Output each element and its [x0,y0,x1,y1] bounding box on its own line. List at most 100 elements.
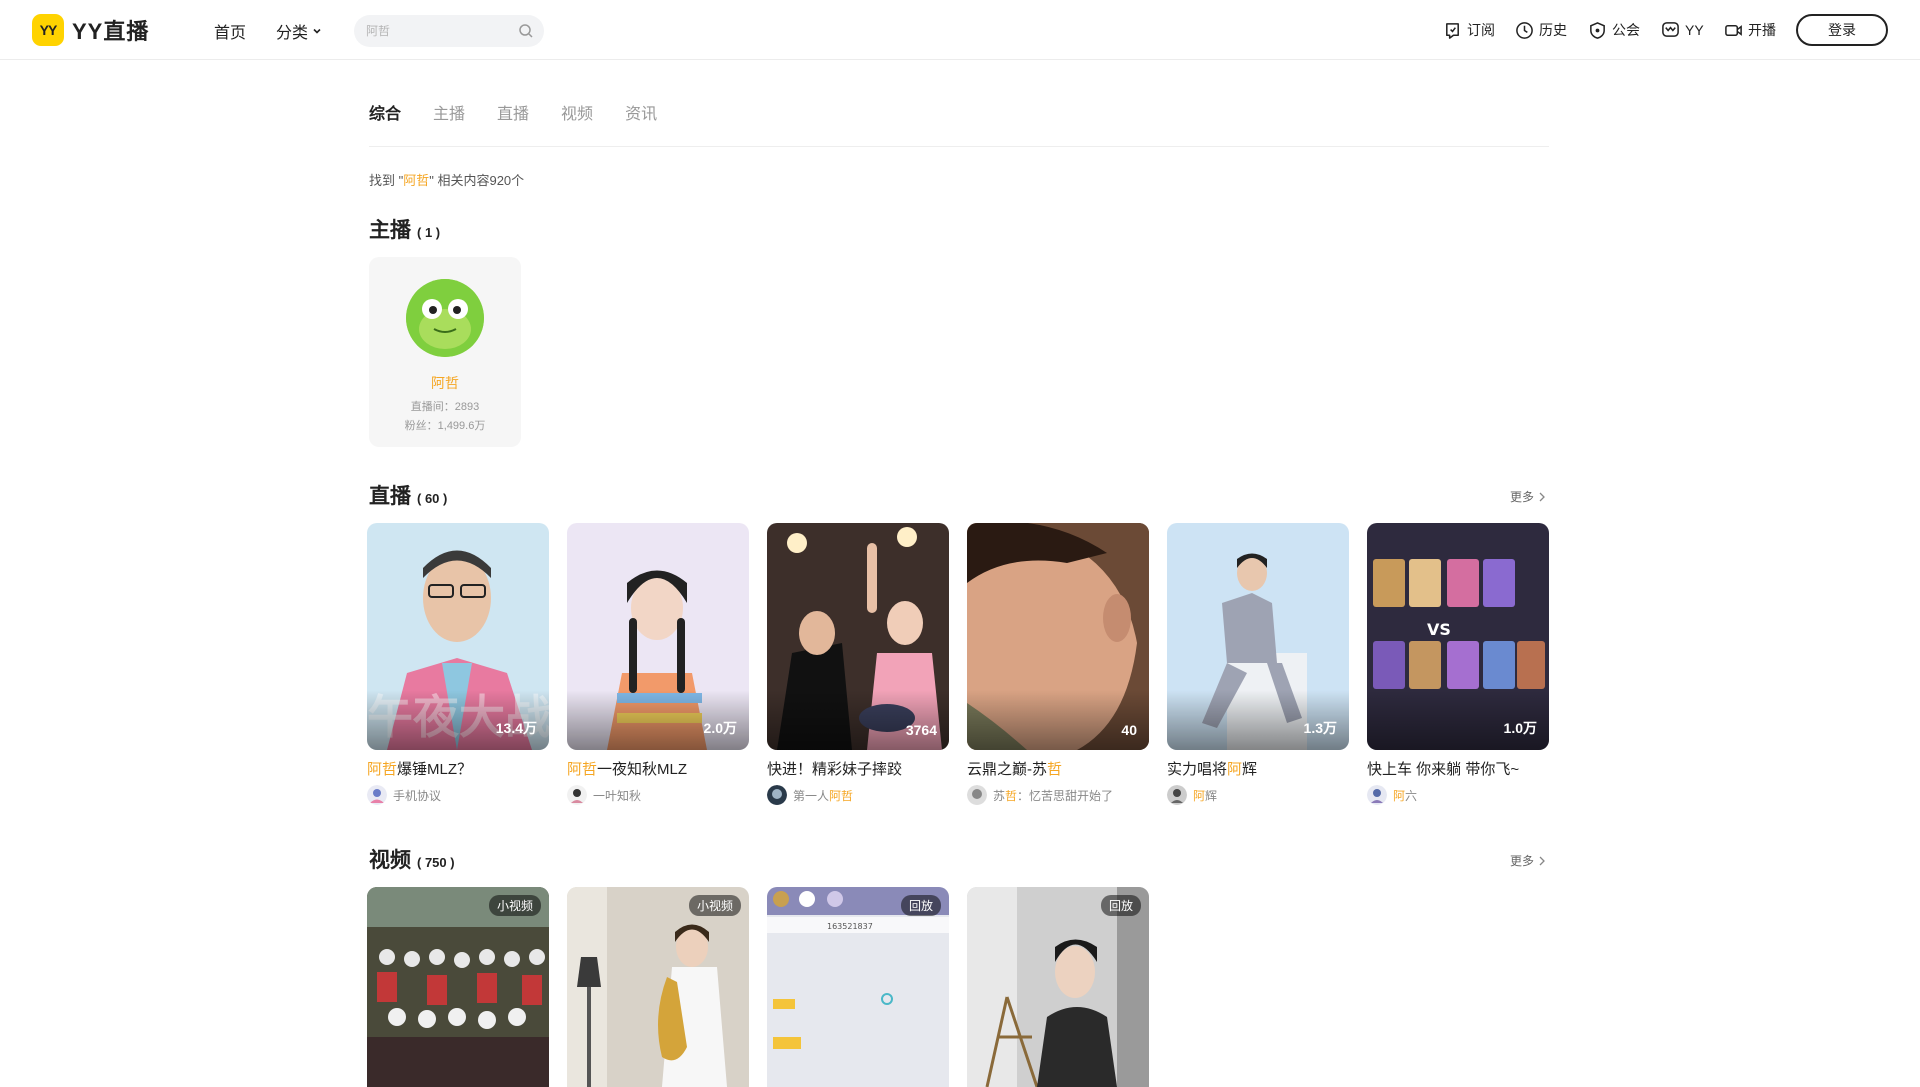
video-camera-icon [1725,24,1742,36]
live-card-title[interactable]: 阿哲一夜知秋MLZ [567,758,749,779]
anchor-card[interactable]: 阿哲 直播间：2893 粉丝：1,499.6万 [369,257,521,447]
live-card-title[interactable]: 阿哲爆锤MLZ？ [367,758,549,779]
tab-all[interactable]: 综合 [369,100,401,124]
nav-broadcast[interactable]: 开播 [1724,20,1776,40]
tab-anchors[interactable]: 主播 [433,100,465,124]
live-thumbnail[interactable]: VS 1.0万 [1367,523,1549,750]
title-pre: 实力唱将 [1167,761,1228,778]
live-card-user[interactable]: 阿辉 [1167,785,1349,805]
user-name: 第一人阿哲 [793,787,853,804]
live-card[interactable]: 1.3万 实力唱将阿辉 阿辉 [1167,523,1349,805]
video-card[interactable]: 回放 [967,887,1149,1087]
anchor-fans: 粉丝：1,499.6万 [404,420,486,432]
live-card[interactable]: 40 云鼎之巅-苏哲 苏哲：忆苦思甜开始了 [967,523,1149,805]
video-card[interactable]: 小视频 [567,887,749,1087]
live-card-title[interactable]: 快上车 你来躺 带你飞~ [1367,758,1549,779]
nav-history[interactable]: 历史 [1515,20,1567,40]
user-name: 一叶知秋 [593,788,642,803]
live-card-title[interactable]: 云鼎之巅-苏哲 [967,758,1149,779]
tab-news[interactable]: 资讯 [625,100,657,124]
result-keyword: 阿哲 [403,173,430,188]
video-card[interactable]: 163521837 回放 [767,887,949,1087]
user-name-highlight: 阿 [1393,788,1406,803]
title-highlight: 哲 [1047,761,1063,778]
nav-home[interactable]: 首页 [214,19,246,43]
nav-yy[interactable]: YY [1661,20,1704,39]
live-card[interactable]: VS 1.0万 快上车 你来躺 带你飞~ 阿六 [1367,523,1549,805]
anchors-count: ( 1 ) [417,225,441,240]
nav-category-label: 分类 [276,25,309,42]
live-card-user[interactable]: 苏哲：忆苦思甜开始了 [967,785,1149,805]
user-name-rest: 辉 [1205,788,1218,803]
tab-videos[interactable]: 视频 [561,100,593,124]
live-more-link[interactable]: 更多 [1510,488,1546,505]
anchor-name[interactable]: 阿哲 [369,373,521,393]
video-more-link[interactable]: 更多 [1510,852,1546,869]
live-card[interactable]: 2.0万 阿哲一夜知秋MLZ 一叶知秋 [567,523,749,805]
live-card[interactable]: 3764 快进！精彩妹子摔跤 第一人阿哲 [767,523,949,805]
live-title: 直播 [369,485,411,508]
title-highlight: 阿哲 [567,761,598,778]
live-thumbnail[interactable]: 1.3万 [1167,523,1349,750]
user-name: 苏哲：忆苦思甜开始了 [993,787,1113,804]
title-rest: 一夜知秋MLZ [597,761,688,778]
user-name: 手机协议 [393,788,442,803]
viewer-count: 1.0万 [1503,720,1537,736]
live-card-user[interactable]: 第一人阿哲 [767,785,949,805]
user-name-rest: 六 [1405,788,1418,803]
live-card-title[interactable]: 快进！精彩妹子摔跤 [767,758,949,779]
video-thumbnail[interactable]: 163521837 回放 [767,887,949,1087]
search-input[interactable] [366,24,518,38]
chevron-right-icon [1539,856,1545,865]
live-thumbnail[interactable]: 3764 [767,523,949,750]
user-avatar [1367,785,1387,805]
video-card[interactable]: 小视频 [367,887,549,1087]
title-highlight: 阿 [1227,761,1243,778]
live-thumbnail[interactable]: 2.0万 [567,523,749,750]
live-more-label: 更多 [1510,490,1535,504]
title-rest: 辉 [1242,761,1258,778]
live-card-title[interactable]: 实力唱将阿辉 [1167,758,1349,779]
live-card[interactable]: 午夜大战 13.4万 阿哲爆锤MLZ？ 手机协议 [367,523,549,805]
tabs-divider [369,146,1549,147]
svg-text:VS: VS [1427,620,1451,639]
video-thumbnail[interactable]: 回放 [967,887,1149,1087]
user-name-highlight: 阿 [1193,788,1206,803]
nav-yy-label: YY [1685,21,1704,38]
user-name: 阿六 [1393,787,1417,804]
live-card-user[interactable]: 阿六 [1367,785,1549,805]
live-thumbnail[interactable]: 午夜大战 13.4万 [367,523,549,750]
video-thumbnail[interactable]: 小视频 [367,887,549,1087]
user-avatar [567,785,587,805]
nav-broadcast-label: 开播 [1748,22,1776,38]
nav-history-label: 历史 [1539,22,1567,38]
login-button[interactable]: 登录 [1796,14,1888,46]
search-box [354,15,544,47]
subscribe-icon [1446,22,1459,39]
result-prefix: 找到 " [369,173,404,188]
user-avatar [767,785,787,805]
nav-guild-label: 公会 [1612,22,1640,38]
site-logo[interactable]: YY YY直播 [32,14,149,46]
search-icon[interactable] [518,23,534,39]
anchors-title: 主播 [369,219,411,242]
nav-category[interactable]: 分类 [276,19,322,43]
user-name-pre: 苏 [993,788,1006,803]
tab-live[interactable]: 直播 [497,100,529,124]
viewer-count: 13.4万 [495,720,537,736]
user-name-highlight: 阿哲 [829,788,854,803]
video-section-title: 视频 ( 750 ) [369,844,455,874]
live-card-user[interactable]: 手机协议 [367,785,549,805]
nav-guild[interactable]: 公会 [1588,20,1640,40]
shield-icon [1590,21,1605,39]
logo-badge: YY [32,14,64,46]
live-thumbnail[interactable]: 40 [967,523,1149,750]
top-header: YY YY直播 首页 分类 订阅 历史 公会 YY 开播 登录 [0,0,1920,60]
live-card-user[interactable]: 一叶知秋 [567,785,749,805]
viewer-count: 3764 [905,722,937,738]
result-suffix: " 相关内容920个 [429,173,525,188]
clock-icon [1516,21,1533,39]
thumb-gradient [967,690,1149,750]
video-thumbnail[interactable]: 小视频 [567,887,749,1087]
nav-subscribe[interactable]: 订阅 [1443,20,1495,40]
